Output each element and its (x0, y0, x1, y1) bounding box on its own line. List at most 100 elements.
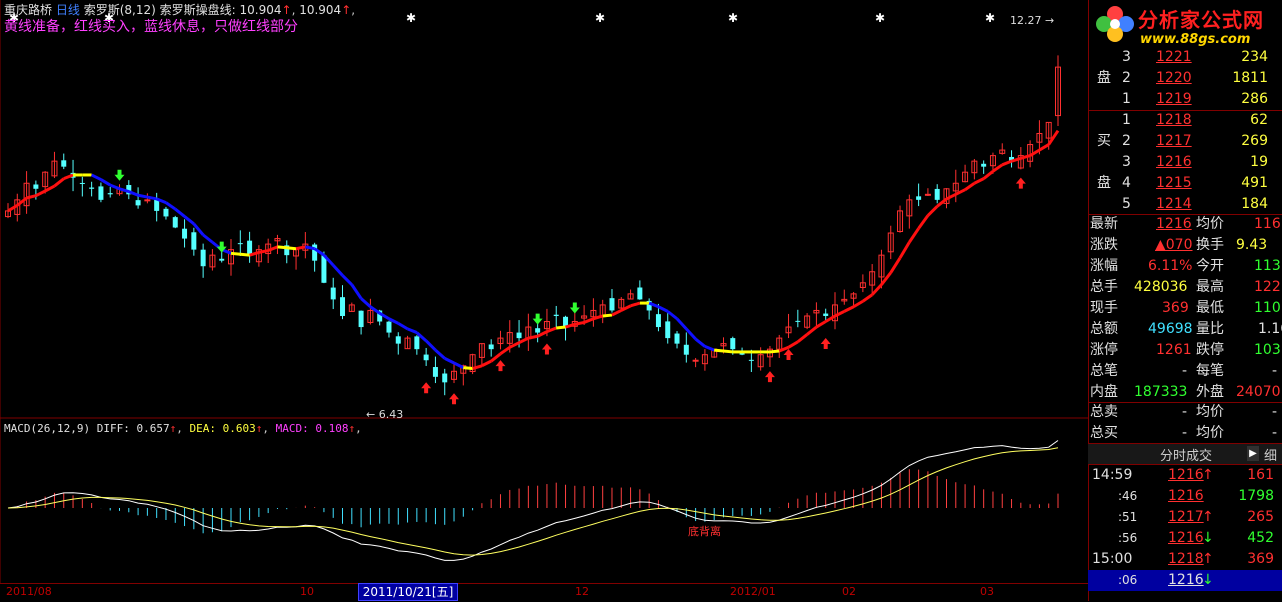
operating-line-segment (936, 197, 948, 208)
quote-value: 1.16 (1258, 321, 1282, 337)
sell-arrow-icon (569, 302, 580, 314)
operating-line-segment (796, 333, 809, 343)
candle-body (191, 232, 197, 250)
operating-line-segment (871, 283, 883, 296)
trade-row-selected[interactable]: :06 1216 ↓ (1088, 570, 1282, 591)
chart-area[interactable]: ✱ ✱ ✱ ✱ ✱ ✱ ✱ 12.27 → ← 6.43 底背离 重庆路桥 日线 索罗斯(8,12… (0, 0, 1088, 602)
level-number: 3 (1122, 49, 1131, 65)
up-arrow-icon: ↑ (348, 422, 356, 435)
buy-arrow-icon (449, 393, 460, 405)
operating-line-segment (787, 340, 799, 349)
trade-price: 1216 (1168, 488, 1204, 504)
operating-line-segment (704, 345, 715, 352)
operating-line-segment (1038, 143, 1050, 152)
candle-body (61, 160, 67, 167)
candle-body (395, 336, 401, 344)
quote-value: 1261 (1156, 342, 1192, 358)
tab-time-sales[interactable]: 分时成交 (1160, 445, 1212, 464)
quote-label: 总手 (1090, 279, 1118, 295)
operating-line-segment (908, 227, 920, 244)
diff-value: 0.657 (136, 422, 170, 435)
quote-label: 内盘 (1090, 384, 1118, 400)
macd-value: 0.108 (315, 422, 349, 435)
operating-line-segment (128, 190, 139, 197)
operating-line-segment (332, 264, 344, 277)
buy-arrow-icon (783, 349, 794, 361)
candle-body (655, 314, 661, 328)
sell-level-row: 3 1221 234 (1088, 47, 1282, 68)
operating-line-segment (852, 299, 864, 309)
level-volume: 234 (1241, 49, 1268, 65)
buy-side-label: 盘 (1097, 175, 1111, 191)
quote-label: 最高 (1196, 279, 1224, 295)
quote-value: 113 (1254, 258, 1281, 274)
star-marker-icon: ✱ (595, 11, 605, 25)
trade-time: :46 (1118, 489, 1138, 503)
quote-value: 9.43 (1236, 237, 1268, 253)
operating-line-segment (240, 252, 250, 257)
trade-row: :51 1217 ↑ 265 (1088, 507, 1282, 528)
down-arrow-icon: ↓ (1202, 572, 1214, 588)
cursor-date: 2011/10/21[五] (358, 583, 458, 601)
candle-body (321, 255, 327, 283)
macd-label: MACD: (275, 422, 309, 435)
quote-value: 24070 (1236, 384, 1281, 400)
quote-value: - (1272, 363, 1278, 379)
quote-label: 涨跌 (1090, 237, 1118, 253)
operating-line-segment (955, 188, 966, 196)
operating-line-segment (481, 359, 492, 368)
quote-row: 总买 - 均价 - (1088, 423, 1282, 444)
operating-line-segment (898, 241, 911, 259)
level-volume: 62 (1250, 112, 1268, 128)
tab-detail[interactable]: 细 (1264, 445, 1277, 464)
quote-label: 总笔 (1090, 363, 1118, 379)
kline-chart[interactable]: ✱ ✱ ✱ ✱ ✱ ✱ ✱ 12.27 →← 6.43底背离 (0, 0, 1088, 601)
quote-label: 均价 (1196, 404, 1224, 420)
operating-line-segment (397, 322, 409, 331)
operating-line-segment (583, 317, 594, 324)
operating-line-segment (202, 233, 214, 244)
level-volume: 19 (1250, 154, 1268, 170)
candle-body (172, 217, 178, 228)
trade-price: 1216 (1168, 530, 1204, 546)
candle-body (33, 184, 39, 189)
level-price: 1221 (1156, 49, 1192, 65)
level-number: 5 (1122, 196, 1131, 212)
quote-value: 369 (1162, 300, 1189, 316)
operating-line-segment (675, 317, 688, 330)
logo-url: www.88gs.com (1140, 32, 1251, 47)
operating-line-segment (277, 245, 287, 250)
operating-line-segment (444, 357, 455, 365)
operating-line-segment (574, 320, 585, 326)
up-arrow-icon: ↑ (255, 422, 263, 435)
operating-line-segment (100, 178, 111, 187)
quote-label: 总买 (1090, 425, 1118, 441)
operating-line-segment (499, 346, 511, 356)
operating-line-segment (407, 327, 418, 334)
operating-line-segment (723, 349, 733, 354)
operating-line-segment (834, 310, 845, 318)
dea-label: DEA: (189, 422, 216, 435)
quote-row: 内盘 187333 外盘 24070 (1088, 382, 1282, 403)
period-label[interactable]: 日线 (56, 3, 80, 17)
level-volume: 1811 (1232, 70, 1268, 86)
operating-line-segment (880, 271, 892, 286)
buy-level-row: 买 2 1217 269 (1088, 131, 1282, 152)
play-icon[interactable]: ▶ (1247, 446, 1259, 461)
indicator-params: (8,12) (119, 3, 156, 17)
operating-line-segment (35, 189, 46, 198)
level-number: 3 (1122, 154, 1131, 170)
quote-label: 外盘 (1196, 384, 1224, 400)
quote-value: 1216 (1156, 216, 1192, 232)
trade-time: :56 (1118, 531, 1138, 545)
quote-row: 最新 1216 均价 116 (1088, 214, 1282, 235)
trade-row: 14:59 1216 ↑ 161 (1088, 465, 1282, 486)
operating-line-segment (7, 204, 19, 213)
operating-line-segment (889, 257, 902, 274)
buy-level-row: 1 1218 62 (1088, 110, 1282, 131)
quote-label: 总卖 (1090, 404, 1118, 420)
candle-body (665, 321, 671, 339)
candle-body (683, 344, 689, 355)
candle-body (916, 196, 922, 200)
trade-price: 1217 (1168, 509, 1204, 525)
